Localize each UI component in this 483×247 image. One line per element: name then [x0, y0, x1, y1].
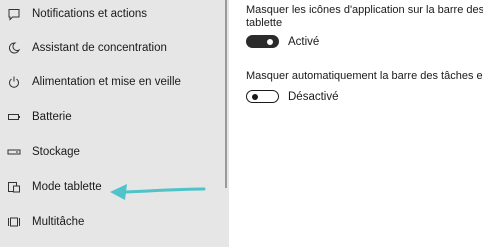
- sidebar-item-power-sleep[interactable]: Alimentation et mise en veille: [0, 65, 224, 99]
- sidebar-item-label: Batterie: [32, 111, 72, 123]
- setting-hide-app-icons: Masquer les icônes d'application sur la …: [246, 4, 483, 48]
- sidebar-item-battery[interactable]: Batterie: [0, 100, 224, 134]
- notifications-icon: [7, 7, 21, 21]
- settings-content: Masquer les icônes d'application sur la …: [229, 0, 483, 247]
- sidebar-item-label: Assistant de concentration: [32, 42, 167, 54]
- sidebar-item-notifications[interactable]: Notifications et actions: [0, 0, 224, 31]
- sidebar-item-tablet-mode[interactable]: Mode tablette: [0, 170, 224, 204]
- tablet-mode-icon: [7, 180, 21, 194]
- sidebar-scrollbar[interactable]: [225, 0, 227, 188]
- sidebar-item-label: Multitâche: [32, 216, 85, 228]
- sidebar-item-focus-assist[interactable]: Assistant de concentration: [0, 31, 224, 65]
- setting-description-line2: tablette: [246, 17, 283, 29]
- multitasking-icon: [7, 215, 21, 229]
- moon-icon: [7, 41, 21, 55]
- setting-description: Masquer automatiquement la barre des tâc…: [246, 70, 483, 82]
- setting-description: Masquer les icônes d'application sur la …: [246, 4, 483, 16]
- storage-icon: [7, 145, 21, 159]
- hide-app-icons-toggle[interactable]: [246, 35, 279, 48]
- toggle-knob: [267, 38, 273, 45]
- sidebar-item-label: Stockage: [32, 146, 80, 158]
- settings-sidebar: Notifications et actions Assistant de co…: [0, 0, 229, 247]
- battery-icon: [7, 110, 21, 124]
- sidebar-item-multitasking[interactable]: Multitâche: [0, 205, 224, 239]
- auto-hide-taskbar-toggle[interactable]: [246, 90, 279, 103]
- toggle-state-label: Activé: [288, 35, 320, 48]
- sidebar-item-storage[interactable]: Stockage: [0, 135, 224, 169]
- sidebar-item-label: Alimentation et mise en veille: [32, 76, 181, 88]
- toggle-knob: [252, 93, 258, 100]
- sidebar-item-label: Mode tablette: [32, 181, 102, 193]
- power-icon: [7, 75, 21, 89]
- sidebar-item-label: Notifications et actions: [32, 8, 148, 20]
- setting-auto-hide-taskbar: Masquer automatiquement la barre des tâc…: [246, 70, 483, 103]
- toggle-state-label: Désactivé: [288, 90, 339, 103]
